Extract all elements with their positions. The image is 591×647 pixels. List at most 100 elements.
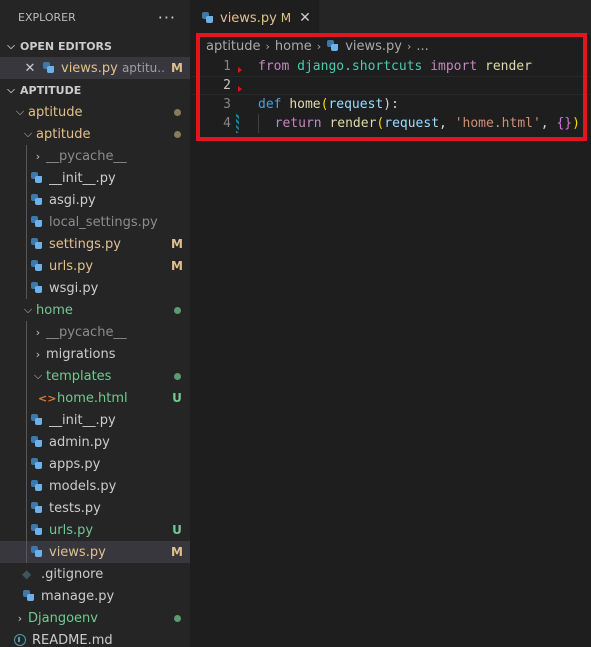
chevron-down-icon: ⌵ (23, 127, 33, 140)
open-editor-description: aptitu... (121, 60, 164, 75)
tree-folder-pycache-home[interactable]: › __pycache__ (0, 321, 190, 343)
explorer-sidebar: EXPLORER ··· ⌵ OPEN EDITORS ✕ views.py a… (0, 0, 190, 647)
token: {} (556, 116, 573, 131)
untracked-dot (164, 614, 190, 622)
chevron-right-icon: › (35, 149, 41, 163)
tree-file-init-home[interactable]: __init__.py (0, 409, 190, 431)
close-icon[interactable]: ✕ (22, 61, 38, 76)
open-editors-header[interactable]: ⌵ OPEN EDITORS (0, 35, 190, 57)
code-text: return render(request, 'home.html', {}) (258, 114, 580, 133)
code-line: 1 from django.shortcuts import render (191, 57, 591, 76)
chevron-right-icon: › (316, 39, 322, 53)
tree-label: .gitignore (41, 566, 104, 582)
token: 'home.html' (454, 116, 541, 131)
tree-file-models[interactable]: models.py (0, 475, 190, 497)
tab-label: views.py (220, 10, 277, 26)
tree-file-home-html[interactable]: <> home.html U (0, 387, 190, 409)
code-line: 2 (191, 76, 591, 95)
explorer-title: EXPLORER (18, 11, 76, 24)
chevron-right-icon: › (35, 325, 41, 339)
tree-folder-home[interactable]: ⌵ home (0, 299, 190, 321)
workspace-header[interactable]: ⌵ APTITUDE (0, 79, 190, 101)
token: home (289, 97, 321, 112)
python-file-icon (30, 171, 44, 185)
token: request (384, 116, 440, 131)
gutter (231, 95, 258, 114)
tree-file-tests[interactable]: tests.py (0, 497, 190, 519)
tree-label: tests.py (49, 500, 101, 516)
python-file-icon (326, 39, 340, 53)
breadcrumb-item[interactable]: ... (416, 39, 428, 54)
tree-label: __pycache__ (46, 324, 127, 340)
modified-dot (164, 108, 190, 116)
git-status-badge: M (171, 61, 183, 75)
tree-label: views.py (49, 544, 106, 560)
close-icon[interactable]: ✕ (299, 10, 311, 26)
chevron-right-icon: › (265, 39, 270, 53)
token: , (540, 116, 557, 131)
tree-file-apps[interactable]: apps.py (0, 453, 190, 475)
editor-area: views.py M ✕ aptitude › home › views.py … (191, 0, 591, 647)
python-file-icon (30, 193, 44, 207)
more-actions-icon[interactable]: ··· (158, 8, 176, 27)
tree-file-asgi[interactable]: asgi.py (0, 189, 190, 211)
explorer-header: EXPLORER ··· (0, 0, 190, 35)
open-editor-label: views.py aptitu... (61, 61, 164, 76)
tree-file-local-settings[interactable]: local_settings.py (0, 211, 190, 233)
token: def (258, 97, 282, 112)
open-editor-item-views[interactable]: ✕ views.py aptitu... M (0, 57, 190, 79)
chevron-right-icon: › (35, 347, 41, 361)
tree-label: README.md (32, 632, 113, 647)
tree-label: settings.py (49, 236, 121, 252)
code-editor[interactable]: 1 from django.shortcuts import render 2 … (191, 57, 591, 133)
deleted-line-marker (238, 86, 242, 92)
breadcrumb-item[interactable]: views.py (345, 39, 402, 54)
tree-folder-migrations[interactable]: › migrations (0, 343, 190, 365)
tree-file-settings[interactable]: settings.py M (0, 233, 190, 255)
token: request (328, 97, 384, 112)
code-line: 3 def home(request): (191, 95, 591, 114)
tree-label: home.html (57, 390, 128, 406)
tree-folder-pycache[interactable]: › __pycache__ (0, 145, 190, 167)
tree-file-urls-home[interactable]: urls.py U (0, 519, 190, 541)
chevron-right-icon: › (406, 39, 412, 53)
breadcrumb-item[interactable]: aptitude (206, 39, 261, 54)
tree-file-admin[interactable]: admin.py (0, 431, 190, 453)
tree-file-manage[interactable]: manage.py (0, 585, 190, 607)
line-number: 2 (223, 78, 231, 93)
modified-line-marker (236, 114, 239, 133)
breadcrumb-item[interactable]: home (275, 39, 312, 54)
tree-folder-djangoenv[interactable]: › Djangoenv (0, 607, 190, 629)
tree-file-wsgi[interactable]: wsgi.py (0, 277, 190, 299)
gutter (231, 114, 258, 133)
python-file-icon (30, 435, 44, 449)
python-file-icon (201, 11, 215, 25)
code-text: def home(request): (258, 97, 399, 112)
chevron-down-icon: ⌵ (7, 84, 15, 96)
modified-dot (164, 130, 190, 138)
tree-folder-aptitude-inner[interactable]: ⌵ aptitude (0, 123, 190, 145)
python-file-icon (30, 281, 44, 295)
workspace-title: APTITUDE (20, 83, 82, 97)
line-number: 3 (223, 97, 231, 112)
tree-label: Djangoenv (28, 610, 98, 626)
python-file-icon (30, 545, 44, 559)
tree-label: manage.py (41, 588, 115, 604)
tree-file-gitignore[interactable]: ◆ .gitignore (0, 563, 190, 585)
tab-views-py[interactable]: views.py M ✕ (191, 0, 319, 35)
gutter (231, 76, 258, 95)
tree-file-urls[interactable]: urls.py M (0, 255, 190, 277)
git-status-badge: M (171, 237, 183, 251)
tree-file-readme[interactable]: README.md (0, 629, 190, 647)
tree-file-views[interactable]: views.py M (0, 541, 190, 563)
token: from (258, 59, 290, 74)
tree-file-init[interactable]: __init__.py (0, 167, 190, 189)
git-status-badge: U (172, 523, 182, 537)
token: render (485, 59, 532, 74)
open-editor-filename: views.py (61, 60, 118, 76)
tree-folder-aptitude[interactable]: ⌵ aptitude (0, 101, 190, 123)
python-file-icon (30, 523, 44, 537)
tree-folder-templates[interactable]: ⌵ templates (0, 365, 190, 387)
tree-label: migrations (46, 346, 116, 362)
